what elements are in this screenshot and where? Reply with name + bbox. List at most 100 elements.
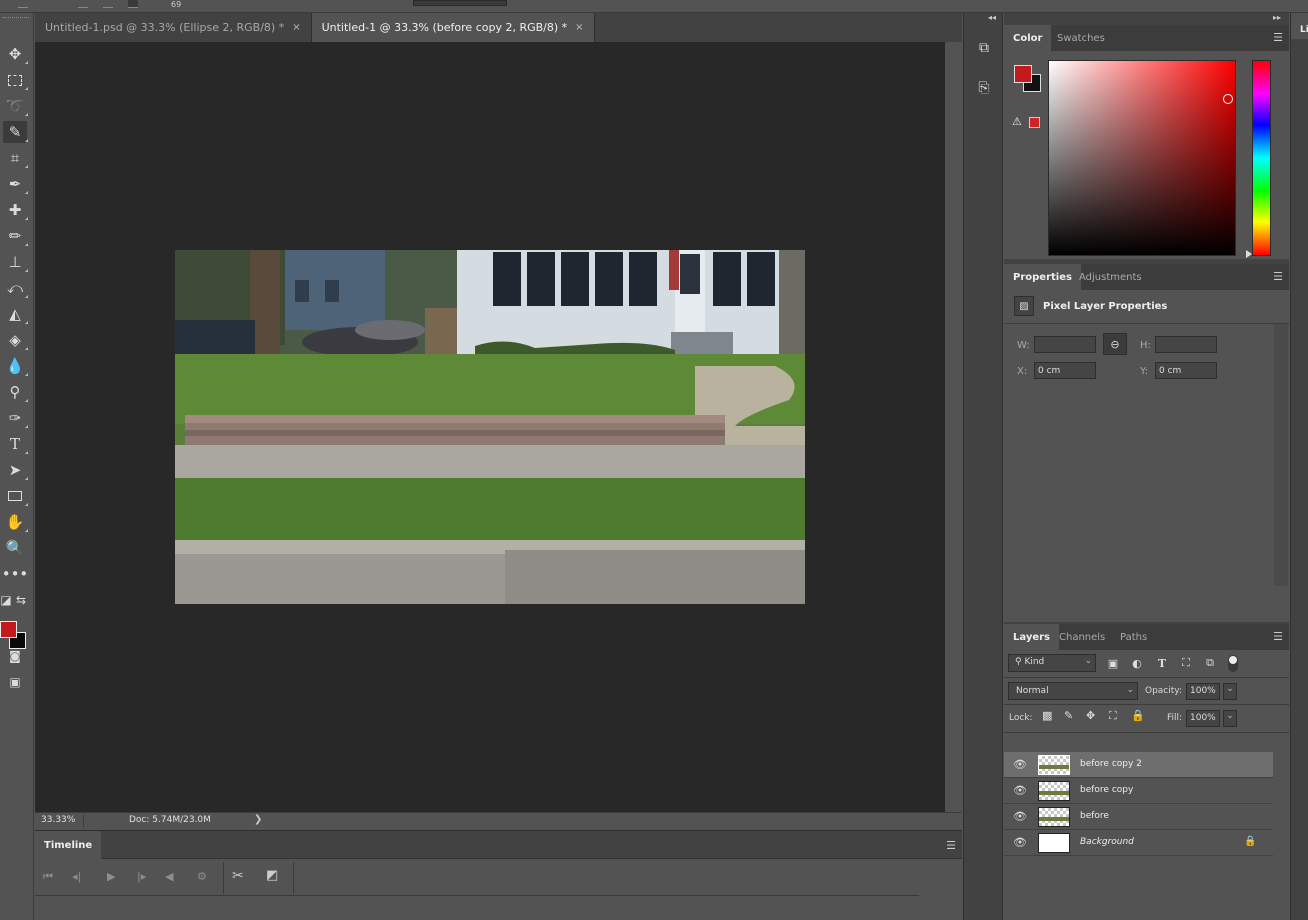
lock-position-icon[interactable]: ✥ — [1086, 709, 1095, 722]
tab-timeline[interactable]: Timeline — [35, 831, 102, 859]
brush-icon[interactable]: ✏ — [3, 225, 28, 247]
tab-libraries[interactable]: Li — [1291, 13, 1308, 39]
dodge-icon[interactable]: ⚲ — [3, 381, 28, 403]
y-field[interactable] — [1155, 362, 1217, 379]
blur-icon[interactable]: 💧 — [3, 355, 28, 377]
gamut-warning-icon[interactable]: ⚠ — [1012, 115, 1022, 128]
hamburger-menu-icon[interactable]: ☰ — [1273, 270, 1283, 283]
default-colors-icon[interactable]: ◪ — [0, 589, 12, 611]
tab-paths[interactable]: Paths — [1111, 624, 1156, 650]
first-frame-icon[interactable]: ⏮ — [43, 870, 53, 884]
type-icon[interactable]: T — [3, 433, 28, 455]
marquee-icon[interactable] — [3, 69, 28, 91]
color-picker-ring[interactable] — [1223, 94, 1233, 104]
audio-icon[interactable]: ◀ — [165, 870, 173, 883]
width-field[interactable] — [1034, 336, 1096, 353]
lock-artboard-icon[interactable]: ⛶ — [1109, 709, 1117, 723]
type-filter-icon[interactable]: T — [1155, 656, 1169, 670]
settings-gear-icon[interactable]: ⚙ — [197, 870, 207, 883]
x-field[interactable] — [1034, 362, 1096, 379]
subtract-selection-icon[interactable] — [128, 0, 138, 8]
hamburger-menu-icon[interactable]: ☰ — [946, 839, 956, 852]
opacity-field[interactable]: 100% — [1186, 683, 1220, 700]
eraser-icon[interactable]: ◭ — [3, 303, 28, 325]
expand-arrows-icon[interactable]: ▸▸ — [1273, 13, 1281, 22]
layer-filter-select[interactable]: ⚲ Kind ⌄ — [1008, 654, 1096, 672]
tab-channels[interactable]: Channels — [1050, 624, 1114, 650]
eye-icon[interactable]: 👁 — [1013, 758, 1027, 771]
tab-untitled-1[interactable]: Untitled-1 @ 33.3% (before copy 2, RGB/8… — [311, 13, 595, 42]
hamburger-menu-icon[interactable]: ☰ — [1273, 630, 1283, 643]
toolbar-grip[interactable] — [3, 17, 29, 21]
hand-icon[interactable]: ✋ — [3, 511, 28, 533]
lock-all-icon[interactable]: 🔒 — [1131, 709, 1145, 722]
history-brush-icon[interactable]: ⤺ — [3, 277, 28, 299]
tab-adjustments[interactable]: Adjustments — [1070, 264, 1151, 290]
eyedropper-icon[interactable]: ✒ — [3, 173, 28, 195]
eye-icon[interactable]: 👁 — [1013, 810, 1027, 823]
pen-icon[interactable]: ✑ — [3, 407, 28, 429]
collapse-arrows-icon[interactable]: ◂◂ — [988, 13, 996, 22]
lock-pixels-icon[interactable]: ✎ — [1064, 709, 1073, 722]
transition-icon[interactable]: ◩ — [266, 868, 278, 883]
previous-frame-icon[interactable]: ◂| — [72, 870, 81, 883]
zoom-icon[interactable]: 🔍 — [3, 537, 27, 559]
layer-row-background[interactable]: 👁 Background 🔒 — [1004, 830, 1273, 856]
eye-icon[interactable]: 👁 — [1013, 836, 1027, 849]
quick-selection-icon[interactable]: ✎ — [3, 121, 28, 143]
eye-icon[interactable]: 👁 — [1013, 784, 1027, 797]
gamut-color-swatch[interactable] — [1029, 117, 1040, 128]
play-icon[interactable]: ▶ — [107, 870, 115, 883]
layer-row-before[interactable]: 👁 before — [1004, 804, 1273, 830]
scissors-icon[interactable]: ✂ — [232, 868, 244, 884]
canvas-scrollbar[interactable] — [945, 42, 962, 812]
history-panel-icon[interactable]: ⧉ — [971, 35, 997, 61]
fill-field[interactable]: 100% — [1186, 710, 1220, 727]
height-field[interactable] — [1155, 336, 1217, 353]
move-icon[interactable]: ✥ — [3, 43, 28, 65]
link-dimensions-icon[interactable]: ⊖ — [1103, 333, 1127, 355]
hue-slider[interactable] — [1252, 60, 1271, 256]
saturation-brightness-picker[interactable] — [1048, 60, 1236, 256]
lock-transparent-icon[interactable]: ▩ — [1042, 709, 1052, 722]
shape-filter-icon[interactable]: ⛶ — [1179, 656, 1193, 670]
document-canvas[interactable] — [35, 42, 945, 812]
layer-row-before-copy[interactable]: 👁 before copy — [1004, 778, 1273, 804]
crop-icon[interactable]: ⌗ — [3, 147, 28, 169]
actions-panel-icon[interactable]: ⎘ — [971, 75, 997, 101]
close-icon[interactable]: × — [292, 22, 300, 33]
filter-toggle[interactable] — [1228, 655, 1238, 672]
quick-mask-icon[interactable]: ◙ — [3, 645, 27, 667]
smart-object-filter-icon[interactable]: ⧉ — [1203, 656, 1217, 670]
foreground-color-swatch[interactable] — [0, 621, 17, 638]
tab-color[interactable]: Color — [1004, 25, 1052, 51]
tab-untitled-psd[interactable]: Untitled-1.psd @ 33.3% (Ellipse 2, RGB/8… — [35, 13, 312, 42]
clone-stamp-icon[interactable]: ⊥ — [3, 251, 28, 273]
hamburger-menu-icon[interactable]: ☰ — [1273, 31, 1283, 44]
path-selection-icon[interactable]: ➤ — [3, 459, 28, 481]
blend-mode-select[interactable]: Normal ⌄ — [1008, 682, 1138, 700]
screen-mode-icon[interactable]: ▣ — [3, 671, 27, 693]
new-selection-icon[interactable] — [78, 0, 88, 8]
layer-row-before-copy-2[interactable]: 👁 before copy 2 — [1004, 752, 1273, 778]
lasso-icon[interactable]: ➰ — [3, 95, 28, 117]
tool-preset-icon[interactable] — [18, 0, 28, 8]
foreground-color-swatch[interactable] — [1014, 65, 1032, 83]
zoom-level[interactable]: 33.33% — [41, 815, 75, 825]
rectangle-icon[interactable] — [3, 485, 28, 507]
more-tools-icon[interactable]: ••• — [2, 563, 29, 585]
chevron-down-icon[interactable]: ⌄ — [1223, 683, 1237, 700]
add-selection-icon[interactable] — [103, 0, 113, 8]
properties-scrollbar[interactable] — [1274, 324, 1288, 586]
healing-brush-icon[interactable]: ✚ — [3, 199, 28, 221]
tab-swatches[interactable]: Swatches — [1048, 25, 1114, 51]
chevron-down-icon[interactable]: ⌄ — [1223, 710, 1237, 727]
swap-colors-icon[interactable]: ⇆ — [14, 589, 28, 611]
next-frame-icon[interactable]: |▸ — [137, 870, 146, 883]
image-filter-icon[interactable]: ▣ — [1106, 656, 1120, 670]
status-arrow-icon[interactable]: ❯ — [254, 814, 262, 825]
options-field[interactable] — [413, 0, 507, 6]
paint-bucket-icon[interactable]: ◈ — [3, 329, 28, 351]
hue-slider-handle[interactable] — [1246, 250, 1252, 258]
document-image[interactable] — [175, 250, 805, 604]
